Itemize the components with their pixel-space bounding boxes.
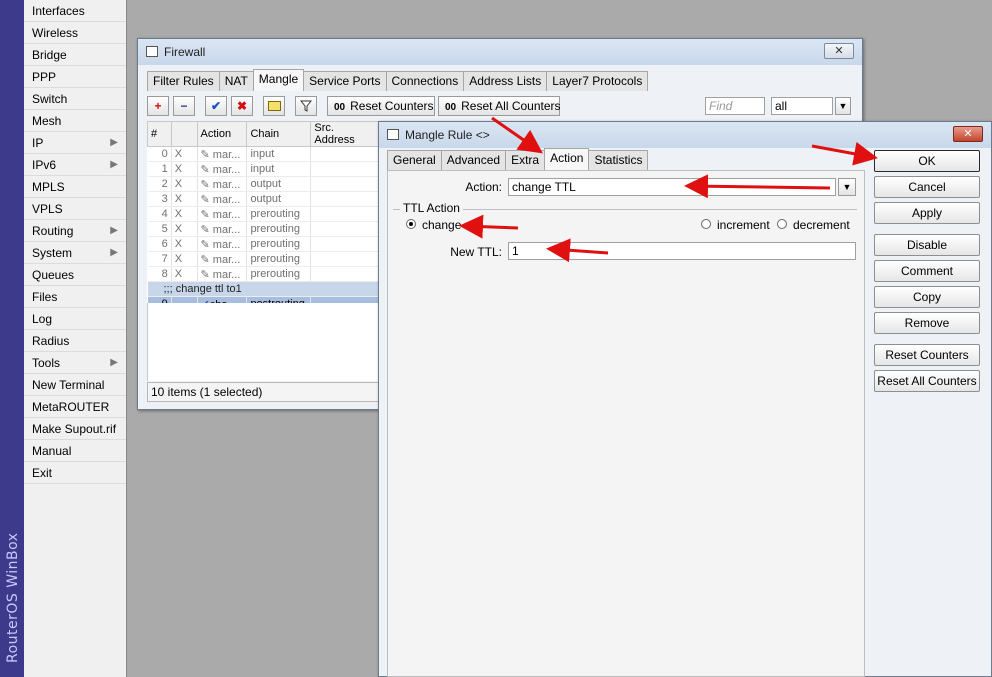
- arrow-to-action-select: [684, 174, 831, 199]
- arrow-to-ok: [811, 141, 878, 166]
- arrow-to-new-ttl: [546, 238, 609, 263]
- arrow-to-change-radio: [459, 214, 519, 239]
- arrow-to-action-tab: [491, 116, 543, 154]
- annotation-arrows: [459, 116, 878, 263]
